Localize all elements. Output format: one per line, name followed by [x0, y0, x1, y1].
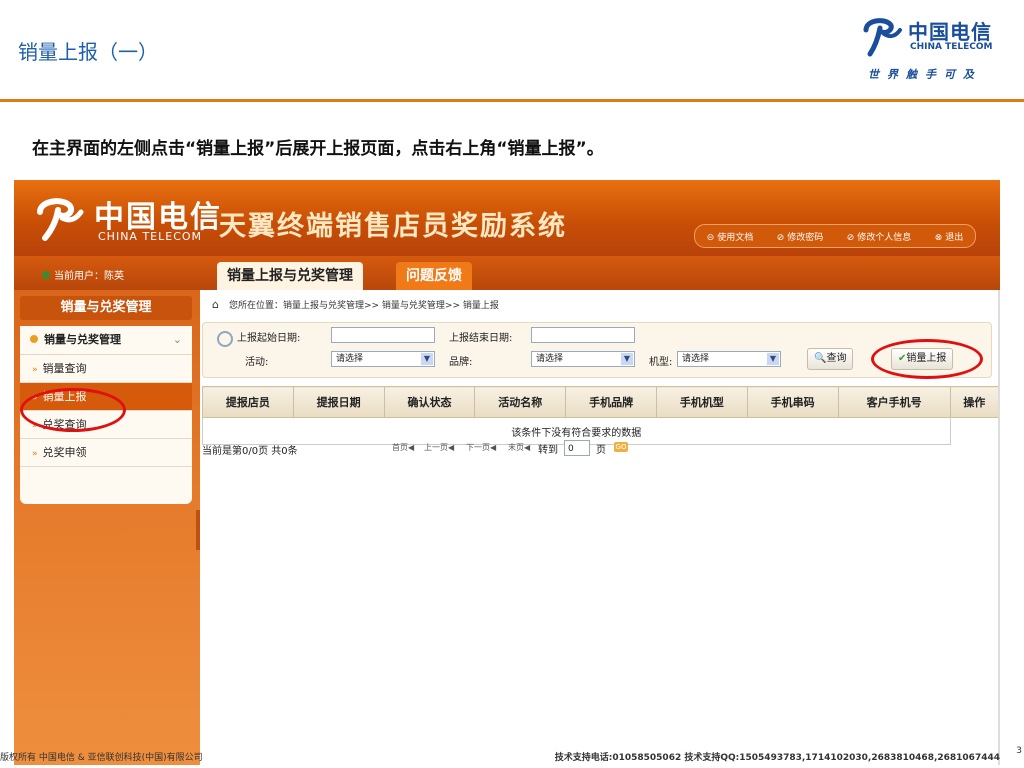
go-button[interactable]: GO	[614, 442, 628, 452]
current-user: 当前用户：陈英	[42, 267, 124, 282]
start-date-label: 上报起始日期:	[237, 333, 301, 344]
current-user-label: 当前用户：陈英	[54, 271, 124, 282]
app-header: 中国电信 CHINA TELECOM 天翼终端销售店员奖励系统 ⊝ 使用文档 ⊘…	[14, 180, 1000, 256]
sidebar-splitter[interactable]	[196, 510, 200, 550]
app-logo-icon	[37, 198, 84, 241]
user-icon	[42, 271, 50, 279]
pagination: 当前是第0/0页 共0条 首页◀ 上一页◀ 下一页◀ 末页◀ 转到 0 页 GO	[202, 440, 702, 457]
brand-select-value: 请选择	[536, 354, 564, 364]
chevron-down-icon: ▼	[767, 353, 779, 365]
home-icon[interactable]: ⌂	[212, 298, 219, 311]
empty-cell	[950, 418, 998, 445]
chevron-down-icon: ⌄	[172, 333, 182, 346]
app-footer: 版权所有 中国电信 & 亚信联创科技(中国)有限公司 技术支持电话:010585…	[0, 746, 1024, 768]
column-header: 活动名称	[474, 386, 567, 418]
brand-name-en: CHINA TELECOM	[910, 42, 993, 52]
scrollbar[interactable]	[998, 290, 1000, 765]
column-header: 确认状态	[383, 386, 476, 418]
brand-label: 品牌:	[449, 357, 473, 368]
arrow-icon: »	[32, 365, 38, 375]
china-telecom-logo: 中国电信 CHINA TELECOM 世界触手可及	[860, 14, 1010, 84]
tab-sales-report-management[interactable]: 销量上报与兑奖管理	[217, 262, 363, 290]
query-button-label: 查询	[826, 353, 847, 364]
top-links-bar: ⊝ 使用文档 ⊘ 修改密码 ⊘ 修改个人信息 ⊗ 退出	[694, 224, 976, 248]
end-date-label: 上报结束日期:	[449, 333, 513, 344]
activity-select[interactable]: 请选择 ▼	[331, 351, 435, 367]
sidebar-section-label: 销量与兑奖管理	[44, 333, 121, 346]
column-header: 手机串码	[746, 386, 839, 418]
results-table: 提报店员 提报日期 确认状态 活动名称 手机品牌 手机机型 手机串码 客户手机号…	[202, 386, 1000, 445]
column-header: 手机品牌	[565, 386, 657, 418]
sidebar-item-sales-query[interactable]: » 销量查询	[20, 355, 192, 383]
pager-first[interactable]: 首页◀	[392, 442, 414, 453]
pager-goto-label: 转到	[538, 445, 558, 456]
column-header: 操作	[949, 386, 1000, 418]
chevron-down-icon: ▼	[421, 353, 433, 365]
brand-slogan: 世界触手可及	[868, 68, 982, 81]
footer-support: 技术支持电话:01058505062 技术支持QQ:1505493783,171…	[554, 753, 1000, 763]
pager-last[interactable]: 末页◀	[508, 442, 530, 453]
bullet-icon	[30, 335, 38, 343]
app-window: 中国电信 CHINA TELECOM 天翼终端销售店员奖励系统 ⊝ 使用文档 ⊘…	[14, 180, 1000, 765]
highlight-ring-sales-report	[20, 388, 126, 432]
column-header: 手机机型	[655, 386, 748, 418]
search-icon	[217, 331, 233, 347]
end-date-input[interactable]	[531, 327, 635, 343]
highlight-ring-report-button	[871, 339, 983, 379]
system-name: 天翼终端销售店员奖励系统	[219, 211, 567, 242]
activity-select-value: 请选择	[336, 354, 364, 364]
activity-label: 活动:	[245, 357, 269, 368]
sidebar-item-label: 兑奖申领	[42, 446, 87, 459]
search-panel: 上报起始日期: 上报结束日期: 活动: 请选择 ▼ 品牌: 请选择 ▼ 机型: 请选…	[202, 322, 992, 379]
go-button-label: GO	[614, 442, 628, 452]
model-select[interactable]: 请选择 ▼	[677, 351, 781, 367]
column-header: 提报日期	[292, 386, 385, 418]
footer-copyright: 版权所有 中国电信 & 亚信联创科技(中国)有限公司	[0, 753, 203, 763]
pager-prev[interactable]: 上一页◀	[424, 442, 454, 453]
tab-feedback[interactable]: 问题反馈	[396, 262, 472, 290]
pager-next[interactable]: 下一页◀	[466, 442, 496, 453]
sidebar-item-redeem-apply[interactable]: » 兑奖申领	[20, 439, 192, 467]
column-header: 提报店员	[202, 386, 294, 418]
link-logout[interactable]: ⊗ 退出	[935, 230, 963, 243]
brand-name-cn: 中国电信	[908, 20, 992, 44]
model-select-value: 请选择	[682, 354, 710, 364]
breadcrumb: ⌂ 您所在位置：销量上报与兑奖管理>> 销量与兑奖管理>> 销量上报	[212, 298, 499, 311]
link-change-password[interactable]: ⊘ 修改密码	[777, 230, 823, 243]
sidebar-section-sales[interactable]: 销量与兑奖管理 ⌄	[20, 326, 192, 355]
search-icon: 🔍	[814, 353, 827, 364]
breadcrumb-text: 您所在位置：销量上报与兑奖管理>> 销量与兑奖管理>> 销量上报	[228, 301, 499, 311]
link-user-docs[interactable]: ⊝ 使用文档	[707, 230, 753, 243]
query-button[interactable]: 🔍查询	[807, 348, 854, 370]
pager-summary: 当前是第0/0页 共0条	[202, 446, 298, 457]
pager-page-label: 页	[596, 445, 606, 456]
china-telecom-logo-icon	[863, 18, 902, 57]
slide-page-number: 3	[1016, 746, 1022, 756]
sidebar: 销量与兑奖管理 销量与兑奖管理 ⌄ » 销量查询 » 销量上报 » 兑奖查询 » 兑奖申…	[14, 290, 200, 765]
arrow-icon: »	[32, 449, 38, 459]
sidebar-item-label: 销量查询	[42, 362, 87, 375]
column-header: 客户手机号	[837, 386, 951, 418]
link-edit-profile[interactable]: ⊘ 修改个人信息	[847, 230, 911, 243]
header-divider	[0, 99, 1024, 102]
table-header-row: 提报店员 提报日期 确认状态 活动名称 手机品牌 手机机型 手机串码 客户手机号…	[202, 386, 1000, 418]
main-content: ⌂ 您所在位置：销量上报与兑奖管理>> 销量与兑奖管理>> 销量上报 上报起始日期…	[202, 290, 1000, 765]
app-logo-en: CHINA TELECOM	[98, 230, 203, 243]
start-date-input[interactable]	[331, 327, 435, 343]
model-label: 机型:	[649, 357, 673, 368]
sidebar-header: 销量与兑奖管理	[20, 296, 192, 320]
slide-title: 销量上报（一）	[18, 40, 158, 64]
app-nav-bar: 当前用户：陈英 销量上报与兑奖管理 问题反馈	[14, 256, 1000, 290]
instruction-text: 在主界面的左侧点击“销量上报”后展开上报页面，点击右上角“销量上报”。	[32, 139, 604, 159]
pager-goto-input[interactable]: 0	[564, 440, 590, 456]
chevron-down-icon: ▼	[621, 353, 633, 365]
brand-select[interactable]: 请选择 ▼	[531, 351, 635, 367]
